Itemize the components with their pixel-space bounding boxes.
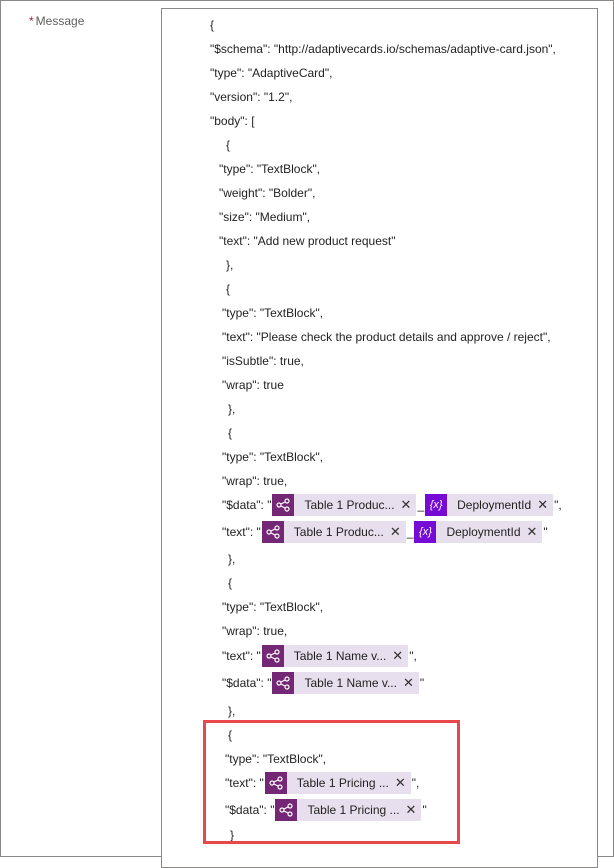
code-text: " bbox=[543, 525, 548, 539]
variable-token[interactable]: {x} DeploymentId ✕ bbox=[425, 494, 554, 516]
code-line: "type": "TextBlock", bbox=[222, 600, 324, 614]
code-line: "weight": "Bolder", bbox=[219, 186, 316, 200]
message-field-label: * Message bbox=[29, 14, 84, 28]
remove-token-icon[interactable]: ✕ bbox=[527, 525, 543, 539]
code-line: { bbox=[228, 426, 233, 440]
code-line: "wrap": true bbox=[222, 378, 284, 392]
code-text: _ bbox=[417, 498, 425, 512]
code-line: "version": "1.2", bbox=[210, 90, 293, 104]
code-text: ", bbox=[554, 498, 562, 512]
token-label: Table 1 Name v... bbox=[304, 676, 397, 690]
code-line: }, bbox=[228, 704, 236, 718]
dynamic-content-token[interactable]: Table 1 Produc... ✕ bbox=[261, 521, 406, 543]
flow-icon bbox=[261, 521, 284, 543]
token-label: Table 1 Name v... bbox=[293, 649, 387, 663]
code-line-dynamic: "$data": " Table 1 Produc... ✕ _ {x} Dep… bbox=[222, 494, 562, 516]
remove-token-icon[interactable]: ✕ bbox=[537, 498, 553, 512]
variable-token[interactable]: {x} DeploymentId ✕ bbox=[414, 521, 543, 543]
remove-token-icon[interactable]: ✕ bbox=[403, 676, 419, 690]
code-text: "$data": " bbox=[222, 676, 272, 690]
code-line-dynamic: "text": " Table 1 Produc... ✕ _ {x} Depl… bbox=[222, 521, 548, 543]
code-line: "$schema": "http://adaptivecards.io/sche… bbox=[210, 42, 556, 56]
token-label: DeploymentId bbox=[446, 525, 521, 539]
dynamic-content-token[interactable]: Table 1 Name v... ✕ bbox=[272, 672, 419, 694]
code-line-dynamic: "text": " Table 1 Name v... ✕ ", bbox=[222, 645, 417, 667]
code-line: "isSubtle": true, bbox=[222, 354, 304, 368]
code-text: "text": " bbox=[222, 649, 261, 663]
flow-icon bbox=[272, 494, 295, 516]
code-line: { bbox=[226, 282, 231, 296]
code-text: "$data": " bbox=[222, 498, 272, 512]
code-line: { bbox=[210, 18, 215, 32]
code-line: "body": [ bbox=[210, 114, 255, 128]
code-text: ", bbox=[409, 649, 417, 663]
code-line: "size": "Medium", bbox=[219, 210, 311, 224]
code-line: "type": "TextBlock", bbox=[222, 306, 324, 320]
variable-icon: {x} bbox=[414, 521, 437, 543]
dynamic-content-token[interactable]: Table 1 Produc... ✕ bbox=[272, 494, 417, 516]
highlight-box bbox=[203, 720, 460, 844]
code-line: "wrap": true, bbox=[222, 474, 288, 488]
code-line-dynamic: "$data": " Table 1 Name v... ✕ " bbox=[222, 672, 424, 694]
code-line: }, bbox=[228, 552, 236, 566]
code-line: "text": "Add new product request" bbox=[219, 234, 396, 248]
code-line: "type": "AdaptiveCard", bbox=[210, 66, 333, 80]
code-line: }, bbox=[228, 402, 236, 416]
flow-icon bbox=[261, 645, 284, 667]
code-line: { bbox=[226, 138, 231, 152]
token-label: DeploymentId bbox=[457, 498, 532, 512]
code-line: }, bbox=[226, 258, 234, 272]
code-text: _ bbox=[406, 525, 414, 539]
remove-token-icon[interactable]: ✕ bbox=[392, 649, 408, 663]
field-label-text: Message bbox=[35, 14, 85, 28]
code-line: "text": "Please check the product detail… bbox=[222, 330, 551, 344]
variable-icon: {x} bbox=[425, 494, 448, 516]
token-label: Table 1 Produc... bbox=[293, 525, 384, 539]
flow-icon bbox=[272, 672, 295, 694]
code-text: " bbox=[419, 676, 425, 690]
code-line: "type": "TextBlock", bbox=[222, 450, 324, 464]
required-indicator: * bbox=[29, 14, 34, 28]
code-text: "text": " bbox=[222, 525, 261, 539]
code-line: { bbox=[228, 576, 233, 590]
token-label: Table 1 Produc... bbox=[304, 498, 395, 512]
code-line: "type": "TextBlock", bbox=[219, 162, 321, 176]
remove-token-icon[interactable]: ✕ bbox=[390, 525, 406, 539]
remove-token-icon[interactable]: ✕ bbox=[401, 498, 417, 512]
dynamic-content-token[interactable]: Table 1 Name v... ✕ bbox=[261, 645, 409, 667]
code-line: "wrap": true, bbox=[222, 624, 288, 638]
